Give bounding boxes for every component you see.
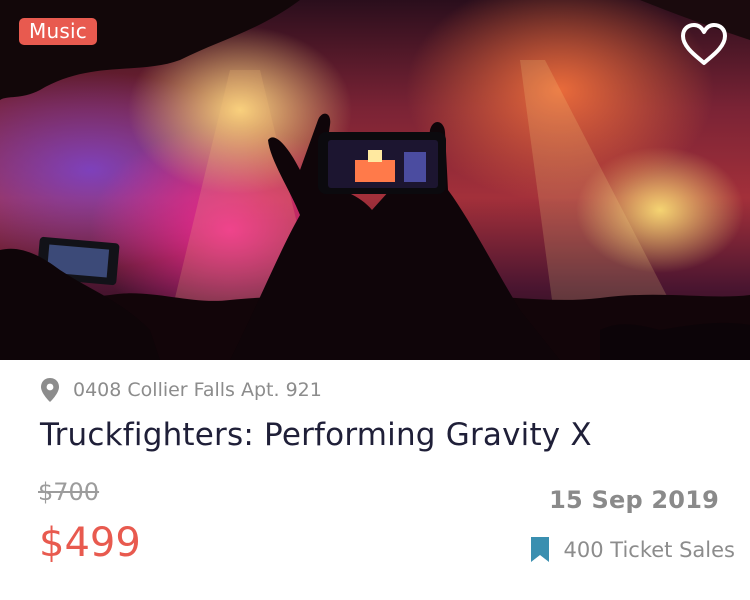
location-text: 0408 Collier Falls Apt. 921 [73,379,322,401]
original-price: $700 [38,478,100,506]
ticket-sales-count: 400 Ticket Sales [563,537,735,562]
event-location: 0408 Collier Falls Apt. 921 [40,378,322,402]
event-photo: Music [0,0,750,360]
heart-outline-icon [681,23,727,65]
category-tag[interactable]: Music [19,18,97,45]
event-title[interactable]: Truckfighters: Performing Gravity X [40,417,592,453]
map-pin-icon [41,378,59,402]
favorite-button[interactable] [678,18,730,70]
bookmark-icon [530,537,549,562]
ticket-sales: 400 Ticket Sales [530,537,735,562]
event-card[interactable]: Music 0408 Collier Falls Apt. 921 Truckf… [0,0,750,600]
current-price: $499 [39,520,141,566]
concert-crowd-silhouette [0,0,750,360]
event-date: 15 Sep 2019 [549,486,719,514]
